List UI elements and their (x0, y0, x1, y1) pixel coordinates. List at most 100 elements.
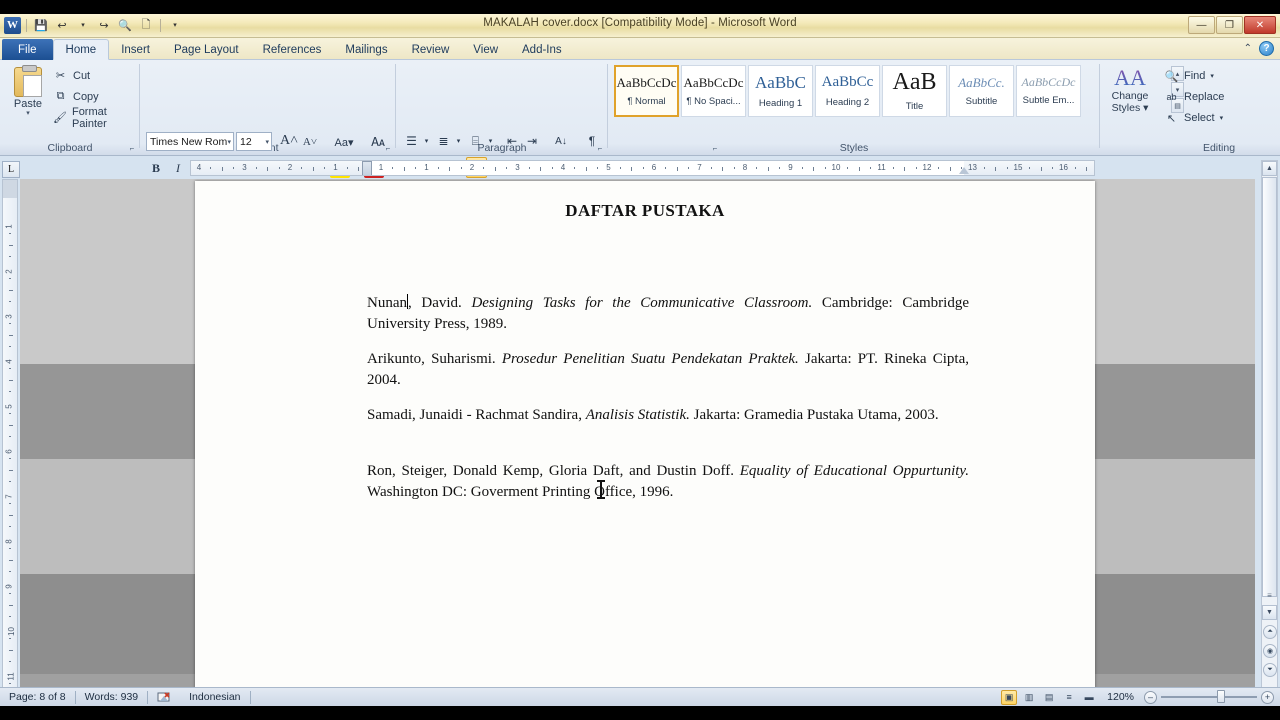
bullets-icon[interactable]: ☰ (402, 131, 421, 151)
bullets-dropdown-icon[interactable]: ▾ (421, 131, 432, 151)
find-button[interactable]: 🔍 Find ▾ (1164, 66, 1214, 86)
help-icon[interactable]: ? (1259, 41, 1274, 56)
format-painter-button[interactable]: 🖌 Format Painter (50, 106, 140, 130)
paste-button[interactable]: Paste ▾ (6, 64, 50, 132)
increase-indent-icon[interactable]: ⇥ (522, 131, 542, 151)
tab-insert[interactable]: Insert (109, 39, 162, 60)
ribbon-tab-bar: File Home Insert Page Layout References … (0, 38, 1280, 60)
zoom-level-label[interactable]: 120% (1101, 691, 1140, 703)
style-no-spacing[interactable]: AaBbCcDc ¶ No Spaci... (681, 65, 746, 117)
select-dropdown-icon[interactable]: ▾ (1220, 114, 1224, 122)
document-page[interactable]: DAFTAR PUSTAKA Nunan, David. Designing T… (195, 181, 1095, 693)
ruler-tick (9, 570, 11, 572)
split-grip[interactable]: ≡ (1262, 591, 1277, 603)
horizontal-ruler[interactable]: 4 3 2 1 1 1 2 3 4 5 6 7 8 9 10 11 12 13 15 16 (190, 160, 1095, 176)
zoom-slider-handle[interactable] (1217, 690, 1225, 703)
ruler-tick (494, 167, 496, 171)
tab-references[interactable]: References (251, 39, 334, 60)
bibliography-entry-1[interactable]: Nunan, David. Designing Tasks for the Co… (367, 293, 969, 335)
document-canvas[interactable]: DAFTAR PUSTAKA Nunan, David. Designing T… (20, 179, 1255, 697)
change-case-icon[interactable]: Aa▾ (330, 132, 358, 152)
zoom-slider[interactable] (1161, 690, 1257, 704)
cut-button[interactable]: ✂ Cut (50, 66, 93, 85)
binoculars-icon: 🔍 (1164, 70, 1179, 83)
window-controls[interactable]: — ❐ ✕ (1188, 16, 1276, 34)
vertical-scrollbar[interactable]: ▲ ≡ ▼ ⏶ ◉ ⏷ (1261, 160, 1278, 697)
tab-view[interactable]: View (461, 39, 510, 60)
word-count[interactable]: Words: 939 (76, 688, 148, 707)
multilevel-dropdown-icon[interactable]: ▾ (485, 131, 496, 151)
restore-button[interactable]: ❐ (1216, 16, 1243, 34)
print-layout-view-button[interactable]: ▣ (1001, 689, 1018, 705)
zoom-out-button[interactable]: – (1144, 690, 1157, 704)
ruler-tick (9, 480, 11, 482)
tab-mailings[interactable]: Mailings (333, 39, 399, 60)
clipboard-dialog-launcher-icon[interactable]: ⌐ (127, 143, 137, 153)
copy-button[interactable]: ⧉ Copy (50, 87, 102, 106)
bibliography-entry-3[interactable]: Samadi, Junaidi - Rachmat Sandira, Anali… (367, 405, 969, 426)
web-layout-view-button[interactable]: ▤ (1041, 690, 1057, 705)
ruler-tick (301, 167, 303, 169)
bold-icon[interactable]: B (146, 158, 166, 178)
vertical-ruler[interactable]: 1 2 3 4 5 6 7 8 9 10 11 (2, 179, 18, 697)
italic-icon[interactable]: I (168, 158, 188, 178)
copy-label: Copy (73, 90, 99, 103)
tab-review[interactable]: Review (400, 39, 462, 60)
scroll-up-button[interactable]: ▲ (1262, 161, 1277, 176)
page-indicator[interactable]: Page: 8 of 8 (0, 688, 75, 707)
style-title[interactable]: AaB Title (882, 65, 947, 117)
minimize-ribbon-icon[interactable]: ⌃ (1244, 43, 1252, 54)
scroll-thumb[interactable] (1262, 177, 1277, 597)
style-heading-2[interactable]: AaBbCc Heading 2 (815, 65, 880, 117)
tab-page-layout[interactable]: Page Layout (162, 39, 251, 60)
style-subtitle[interactable]: AaBbCc. Subtitle (949, 65, 1014, 117)
previous-page-button[interactable]: ⏶ (1263, 625, 1277, 639)
ruler-mark: 12 (922, 163, 932, 172)
proofing-status[interactable] (148, 688, 180, 707)
next-page-button[interactable]: ⏷ (1263, 663, 1277, 677)
sort-icon[interactable]: A↓ (550, 131, 572, 151)
scroll-down-button[interactable]: ▼ (1262, 605, 1277, 620)
decrease-indent-icon[interactable]: ⇤ (502, 131, 522, 151)
select-button[interactable]: ↖ Select ▾ (1164, 108, 1223, 128)
shrink-font-icon[interactable]: A˅ (300, 132, 320, 152)
font-name-combobox[interactable]: Times New Rom ▾ (146, 132, 234, 151)
grow-font-icon[interactable]: A˄ (278, 131, 300, 151)
bibliography-entry-2[interactable]: Arikunto, Suharismi. Prosedur Penelitian… (367, 349, 969, 391)
draft-view-button[interactable]: ▬ (1081, 690, 1097, 705)
style-subtle-emphasis[interactable]: AaBbCcDc Subtle Em... (1016, 65, 1081, 117)
tab-home[interactable]: Home (52, 39, 110, 60)
right-indent-marker[interactable] (959, 167, 969, 174)
multilevel-list-icon[interactable]: ⌸ (466, 131, 485, 151)
full-screen-reading-view-button[interactable]: ▥ (1021, 690, 1037, 705)
select-browse-object-button[interactable]: ◉ (1263, 644, 1277, 658)
styles-dialog-launcher-icon[interactable]: ⌐ (710, 143, 720, 153)
numbering-icon[interactable]: ≣ (434, 131, 453, 151)
tab-selector-button[interactable]: L (2, 161, 20, 178)
language-indicator[interactable]: Indonesian (180, 688, 249, 707)
title-bar: W 💾 ↩ ▾ ↪ 🔍 🗋 ▾ MAKALAH cover.docx [Comp… (0, 14, 1280, 38)
tab-add-ins[interactable]: Add-Ins (510, 39, 574, 60)
show-formatting-marks-icon[interactable]: ¶ (582, 131, 602, 151)
minimize-button[interactable]: — (1188, 16, 1215, 34)
style-heading-1[interactable]: AaBbC Heading 1 (748, 65, 813, 117)
change-styles-button[interactable]: AA Change Styles ▾ (1106, 66, 1154, 134)
ruler-tick (904, 167, 906, 171)
chevron-down-icon[interactable]: ▾ (265, 138, 271, 146)
replace-button[interactable]: ab Replace (1164, 87, 1224, 107)
style-normal[interactable]: AaBbCcDc ¶ Normal (614, 65, 679, 117)
bibliography-entry-4[interactable]: Ron, Steiger, Donald Kemp, Gloria Daft, … (367, 461, 969, 503)
numbering-dropdown-icon[interactable]: ▾ (453, 131, 464, 151)
chevron-down-icon[interactable]: ▾ (227, 138, 233, 146)
clear-formatting-icon[interactable]: 🗛 (368, 132, 388, 152)
font-size-combobox[interactable]: 12 ▾ (236, 132, 272, 151)
tab-file[interactable]: File (2, 39, 53, 60)
left-indent-marker[interactable] (362, 161, 372, 175)
outline-view-button[interactable]: ≡ (1061, 690, 1077, 705)
zoom-in-button[interactable]: + (1261, 690, 1274, 704)
ruler-tick (9, 660, 11, 662)
ruler-tick (688, 167, 690, 169)
find-dropdown-icon[interactable]: ▾ (1210, 72, 1214, 80)
paste-dropdown-icon[interactable]: ▾ (26, 110, 30, 117)
close-button[interactable]: ✕ (1244, 16, 1276, 34)
